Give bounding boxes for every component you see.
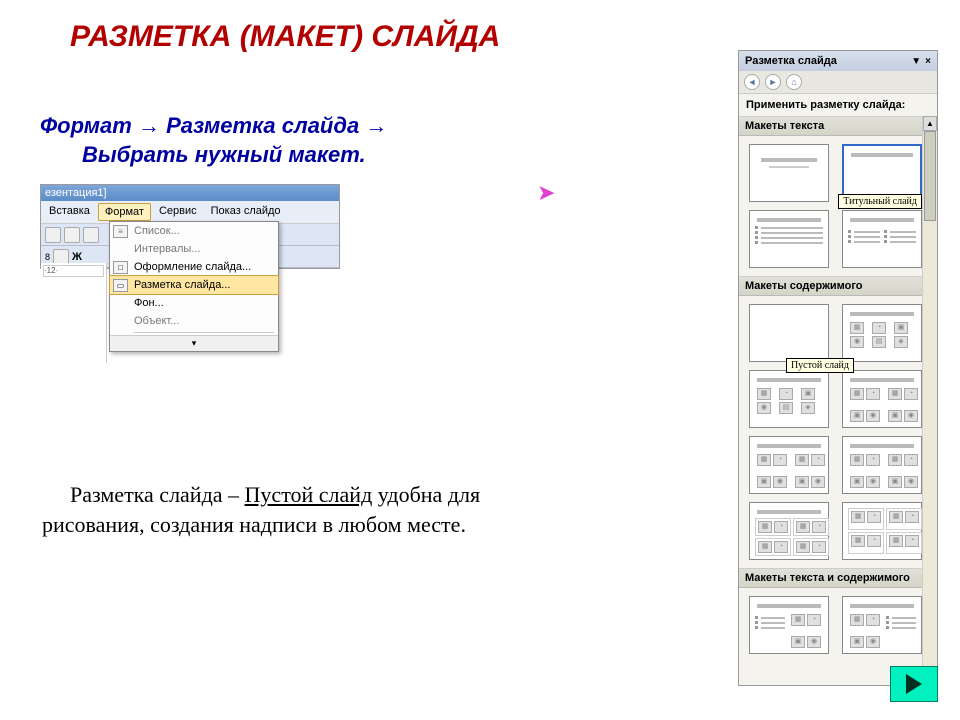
layout-title-slide[interactable] <box>749 144 829 202</box>
pane-dropdown-icon[interactable]: ▼ <box>911 56 921 67</box>
toolbar-icon[interactable] <box>83 227 99 243</box>
dd-item-design[interactable]: □Оформление слайда... <box>110 258 278 276</box>
window-titlebar: езентация1] <box>41 185 339 201</box>
layout-content-v2[interactable]: ▦◔▣◉▦◔▣◉ <box>842 436 922 494</box>
layout-4content-2[interactable]: ▦◔▦◔▦◔▦◔ <box>842 502 922 560</box>
toolbar-icon[interactable] <box>64 227 80 243</box>
layout-text-content[interactable]: ▦◔▣◉ <box>749 596 829 654</box>
menu-screenshot: езентация1] Вставка Формат Сервис Показ … <box>40 184 340 269</box>
dd-item-layout[interactable]: ▭Разметка слайда... <box>109 275 279 295</box>
bold-button[interactable]: Ж <box>72 251 82 263</box>
format-dropdown: ≡Список... Интервалы... □Оформление слай… <box>109 221 279 352</box>
ruler: ·12· <box>41 263 107 363</box>
description-text: Разметка слайда – Пустой слайд удобна дл… <box>42 480 502 539</box>
next-button[interactable] <box>890 666 938 702</box>
page-title: РАЗМЕТКА (МАКЕТ) СЛАЙДА <box>70 20 500 54</box>
pane-nav: ◄ ► ⌂ <box>739 71 937 94</box>
layout-4content[interactable]: ▦◔▦◔▦◔▦◔ <box>749 502 829 560</box>
pane-close-icon[interactable]: × <box>925 56 931 67</box>
nav-forward-icon[interactable]: ► <box>765 74 781 90</box>
toolbar-icon[interactable] <box>45 227 61 243</box>
layout-content-2[interactable]: ▦◔▣◉▤◈ <box>749 370 829 428</box>
scroll-up-icon[interactable]: ▲ <box>923 116 937 131</box>
tooltip-blank-slide: Пустой слайд <box>786 358 854 373</box>
menu-item-slideshow[interactable]: Показ слайдо <box>205 203 287 221</box>
pane-scrollbar[interactable]: ▲ ▼ <box>922 116 937 685</box>
menu-item-insert[interactable]: Вставка <box>43 203 96 221</box>
apply-label: Применить разметку слайда: <box>739 94 937 116</box>
layout-content-v[interactable]: ▦◔▣◉▦◔▣◉ <box>749 436 829 494</box>
menu-item-format[interactable]: Формат <box>98 203 151 221</box>
dd-expand-icon[interactable]: ▾ <box>110 335 278 351</box>
menu-item-tools[interactable]: Сервис <box>153 203 203 221</box>
dd-item-object[interactable]: Объект... <box>110 312 278 330</box>
dd-item-background[interactable]: Фон... <box>110 294 278 312</box>
layout-content[interactable]: ▦◔▣◉▤◈ <box>842 304 922 362</box>
layout-title-text[interactable] <box>749 210 829 268</box>
section-text-layouts: Макеты текста <box>739 116 937 136</box>
section-content-layouts: Макеты содержимого <box>739 276 937 296</box>
tooltip-title-slide: Титульный слайд <box>838 194 922 209</box>
layout-title-2text[interactable] <box>842 210 922 268</box>
pane-title: Разметка слайда <box>745 55 837 67</box>
layout-content-text[interactable]: ▦◔▣◉ <box>842 596 922 654</box>
dd-item-list[interactable]: ≡Список... <box>110 222 278 240</box>
layout-2content[interactable]: ▦◔▣◉▦◔▣◉ <box>842 370 922 428</box>
instruction-text: Формат → Разметка слайда → Выбрать нужны… <box>40 112 480 169</box>
dd-item-intervals[interactable]: Интервалы... <box>110 240 278 258</box>
layout-blank[interactable] <box>749 304 829 362</box>
nav-back-icon[interactable]: ◄ <box>744 74 760 90</box>
nav-home-icon[interactable]: ⌂ <box>786 74 802 90</box>
cursor-icon: ➤ <box>537 180 555 206</box>
scroll-thumb[interactable] <box>924 131 936 221</box>
pane-header: Разметка слайда ▼ × <box>739 51 937 71</box>
section-text-content-layouts: Макеты текста и содержимого <box>739 568 937 588</box>
